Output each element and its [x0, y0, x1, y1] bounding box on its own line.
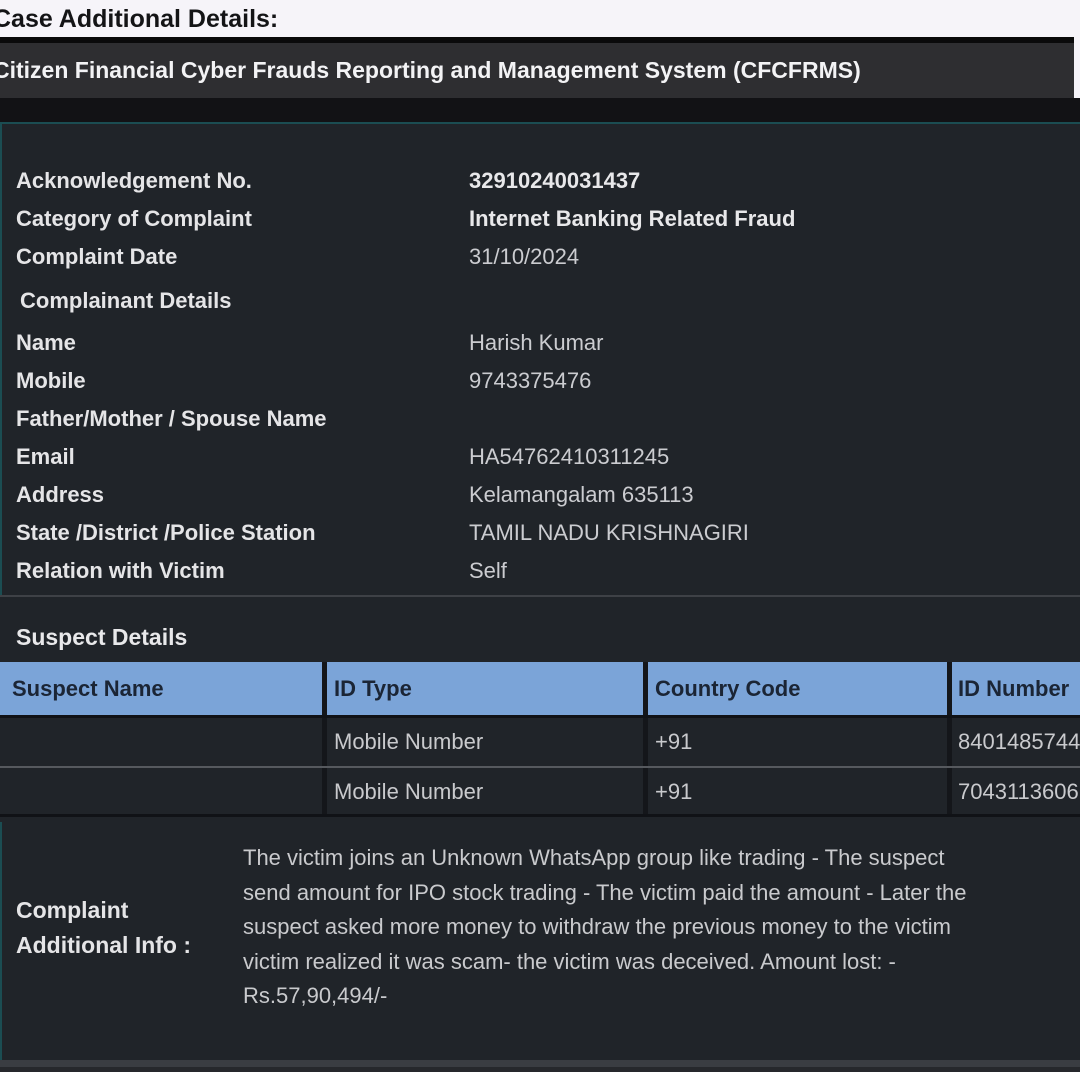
field-label: Acknowledgement No.: [0, 162, 469, 200]
summary-row-date: Complaint Date 31/10/2024: [0, 238, 1080, 276]
field-value: HA54762410311245: [469, 438, 669, 476]
complainant-row-address: Address Kelamangalam 635113: [0, 476, 1080, 514]
cell-id-number: 7043113606: [947, 768, 1080, 814]
field-value: 32910240031437: [469, 162, 640, 200]
complaint-additional-info-panel: Complaint Additional Info : The victim j…: [0, 822, 1080, 1060]
cell-country-code: +91: [643, 768, 947, 814]
suspect-table-header-row: Suspect Name ID Type Country Code ID Num…: [0, 662, 1080, 715]
cell-country-code: +91: [643, 718, 947, 766]
cell-id-number: 8401485744: [947, 718, 1080, 766]
case-details-panel: Acknowledgement No. 32910240031437 Categ…: [0, 122, 1080, 597]
field-label: Address: [0, 476, 469, 514]
cell-id-type: Mobile Number: [322, 718, 643, 766]
field-value: TAMIL NADU KRISHNAGIRI: [469, 514, 749, 552]
complaint-label-line2: Additional Info :: [16, 928, 191, 963]
summary-row-category: Category of Complaint Internet Banking R…: [0, 200, 1080, 238]
complaint-text-line: send amount for IPO stock trading - The …: [243, 876, 1080, 911]
column-header-suspect-name: Suspect Name: [0, 662, 322, 715]
field-label: State /District /Police Station: [0, 514, 469, 552]
field-value: 9743375476: [469, 362, 591, 400]
field-label: Category of Complaint: [0, 200, 469, 238]
section-divider: [0, 595, 1080, 597]
cell-id-type: Mobile Number: [322, 768, 643, 814]
cell-suspect-name: [0, 718, 322, 766]
cell-suspect-name: [0, 768, 322, 814]
column-header-id-number: ID Number: [947, 662, 1080, 715]
field-value: Internet Banking Related Fraud: [469, 200, 795, 238]
bottom-strip: [0, 1067, 1080, 1072]
field-label: Relation with Victim: [0, 552, 469, 590]
complaint-additional-info-label: Complaint Additional Info :: [16, 893, 191, 963]
bottom-divider: [0, 1060, 1080, 1067]
header-gap-strip: [0, 98, 1080, 122]
complainant-row-mobile: Mobile 9743375476: [0, 362, 1080, 400]
complaint-text-line: suspect asked more money to withdraw the…: [243, 910, 1080, 945]
complainant-row-email: Email HA54762410311245: [0, 438, 1080, 476]
column-header-country-code: Country Code: [643, 662, 947, 715]
complainant-row-state-district-ps: State /District /Police Station TAMIL NA…: [0, 514, 1080, 552]
field-label: Mobile: [0, 362, 469, 400]
field-value: Harish Kumar: [469, 324, 603, 362]
complaint-additional-info-text: The victim joins an Unknown WhatsApp gro…: [243, 841, 1080, 1014]
system-header-bar: Citizen Financial Cyber Frauds Reporting…: [0, 43, 1074, 98]
complainant-details-heading: Complainant Details: [0, 282, 1080, 320]
system-header-title: Citizen Financial Cyber Frauds Reporting…: [0, 43, 861, 98]
suspect-table: Suspect Name ID Type Country Code ID Num…: [0, 662, 1080, 817]
field-value: Kelamangalam 635113: [469, 476, 694, 514]
field-label: Email: [0, 438, 469, 476]
complaint-label-line1: Complaint: [16, 893, 191, 928]
suspect-table-row: Mobile Number +91 7043113606: [0, 766, 1080, 817]
field-label: Name: [0, 324, 469, 362]
complaint-text-line: The victim joins an Unknown WhatsApp gro…: [243, 841, 1080, 876]
column-header-id-type: ID Type: [322, 662, 643, 715]
complaint-text-line: Rs.57,90,494/-: [243, 979, 1080, 1014]
complainant-row-name: Name Harish Kumar: [0, 324, 1080, 362]
suspect-table-row: Mobile Number +91 8401485744: [0, 715, 1080, 766]
complainant-row-relation: Relation with Victim Self: [0, 552, 1080, 590]
suspect-details-heading: Suspect Details: [16, 624, 187, 651]
page-title: Case Additional Details:: [0, 1, 278, 37]
complaint-text-line: victim realized it was scam- the victim …: [243, 945, 1080, 980]
field-value: Self: [469, 552, 507, 590]
field-label: Complaint Date: [0, 238, 469, 276]
summary-row-acknowledgement: Acknowledgement No. 32910240031437: [0, 162, 1080, 200]
complainant-row-parent-spouse: Father/Mother / Spouse Name: [0, 400, 1080, 438]
field-value: 31/10/2024: [469, 238, 579, 276]
field-label: Father/Mother / Spouse Name: [0, 400, 469, 438]
